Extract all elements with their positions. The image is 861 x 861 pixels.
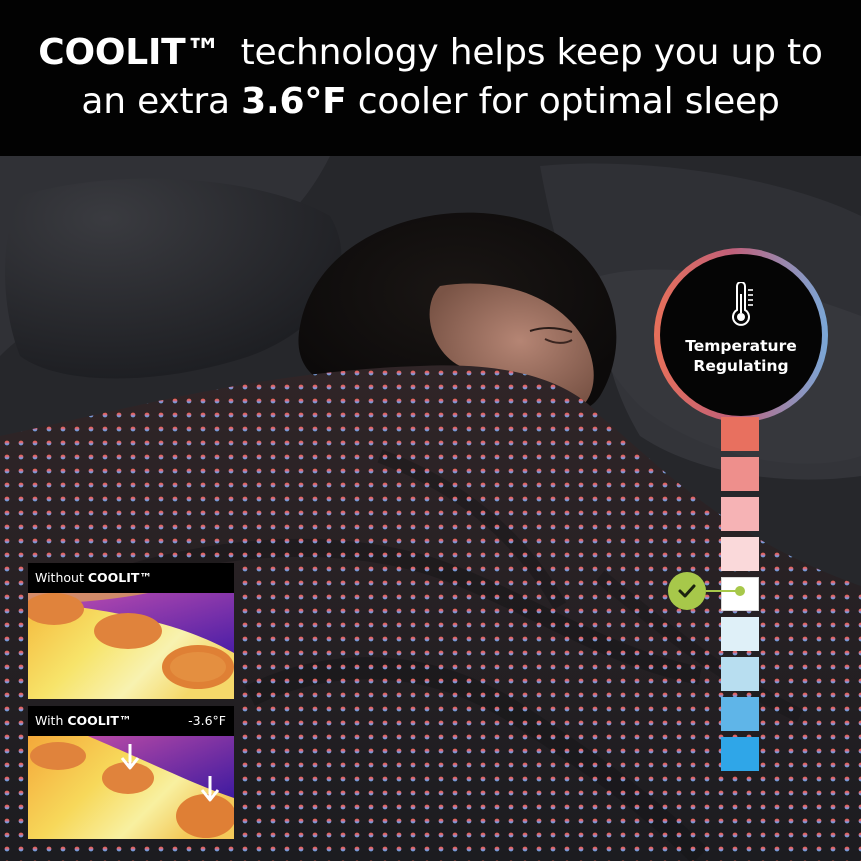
scale-swatch — [721, 417, 759, 451]
thermal-image-without — [28, 593, 234, 699]
ad-canvas: COOLIT™ technology helps keep you up to … — [0, 0, 861, 861]
temperature-delta: -3.6°F — [188, 713, 226, 728]
thermometer-icon — [732, 282, 753, 326]
headline-brand: COOLIT™ — [38, 32, 222, 73]
headline-line-1: COOLIT™ technology helps keep you up to — [0, 30, 861, 76]
scale-swatch — [721, 497, 759, 531]
thermal-panel-without: Without COOLIT™ — [28, 563, 234, 699]
check-badge — [668, 572, 706, 610]
thermal-panel-with: With COOLIT™ -3.6°F — [28, 706, 234, 839]
scale-swatch — [721, 737, 759, 771]
badge-label: Temperature Regulating — [660, 336, 822, 376]
thermal-caption-without: Without COOLIT™ — [28, 563, 234, 593]
thermal-caption-with: With COOLIT™ -3.6°F — [28, 706, 234, 736]
badge-label-line-1: Temperature — [685, 337, 797, 355]
headline-highlight-value: 3.6°F — [241, 81, 347, 122]
thermal-image-with — [28, 736, 234, 839]
temperature-regulating-badge: Temperature Regulating — [660, 254, 822, 416]
scale-swatch — [721, 657, 759, 691]
without-brand: COOLIT™ — [87, 570, 152, 585]
with-brand: COOLIT™ — [67, 713, 132, 728]
headline-line-2: an extra 3.6°F cooler for optimal sleep — [0, 79, 861, 125]
scale-swatch — [721, 457, 759, 491]
with-prefix: With — [35, 713, 64, 728]
check-icon — [678, 584, 696, 598]
headline-banner: COOLIT™ technology helps keep you up to … — [0, 0, 861, 156]
scale-swatch — [721, 617, 759, 651]
scale-swatch — [721, 697, 759, 731]
headline-line-2-pre: an extra — [81, 81, 230, 122]
badge-label-line-2: Regulating — [693, 357, 789, 375]
headline-line-1-text: technology helps keep you up to — [240, 32, 823, 73]
indicator-dot — [735, 586, 745, 596]
without-prefix: Without — [35, 570, 84, 585]
scale-swatch — [721, 537, 759, 571]
headline-line-2-post: cooler for optimal sleep — [357, 81, 780, 122]
